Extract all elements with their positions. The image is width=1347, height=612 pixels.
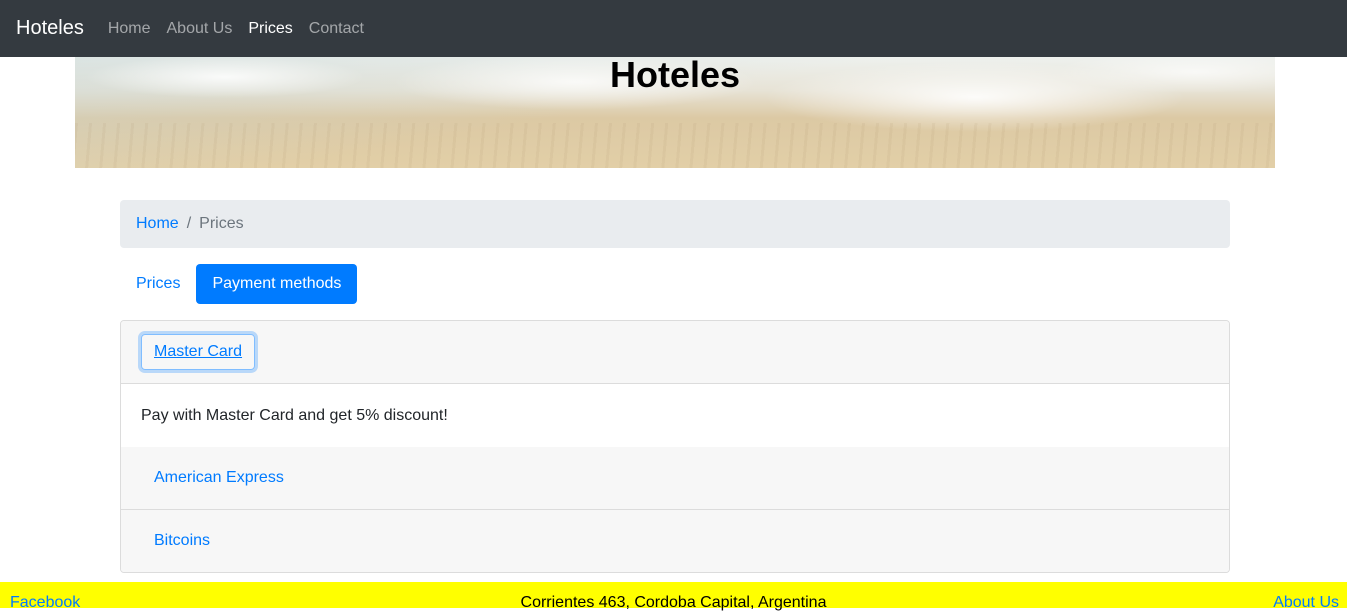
tab-bar: Prices Payment methods <box>120 264 358 304</box>
nav-contact[interactable]: Contact <box>309 20 364 38</box>
nav-home[interactable]: Home <box>108 20 151 38</box>
footer-address: Corrientes 463, Cordoba Capital, Argenti… <box>520 594 827 611</box>
nav-prices[interactable]: Prices <box>248 20 292 38</box>
payment-accordion: Master Card Pay with Master Card and get… <box>120 320 1230 573</box>
footer: Facebook Corrientes 463, Cordoba Capital… <box>0 582 1347 611</box>
accordion-header-american-express: American Express <box>121 447 1229 510</box>
hero-title: Hoteles <box>609 57 741 95</box>
breadcrumb-home-link[interactable]: Home <box>136 215 179 233</box>
bitcoins-toggle[interactable]: Bitcoins <box>141 523 223 559</box>
footer-about-us-link[interactable]: About Us <box>1273 594 1339 612</box>
master-card-toggle[interactable]: Master Card <box>141 334 256 370</box>
brand-link[interactable]: Hoteles <box>16 17 84 40</box>
tab-prices[interactable]: Prices <box>120 264 196 304</box>
american-express-toggle[interactable]: American Express <box>141 460 297 496</box>
accordion-header-bitcoins: Bitcoins <box>121 510 1229 572</box>
tab-payment-methods[interactable]: Payment methods <box>196 264 358 304</box>
breadcrumb-current: Prices <box>199 215 244 232</box>
master-card-body: Pay with Master Card and get 5% discount… <box>121 384 1229 447</box>
master-card-body-text: Pay with Master Card and get 5% discount… <box>141 406 448 424</box>
nav-about-us[interactable]: About Us <box>167 20 233 38</box>
accordion-header-master-card: Master Card <box>121 321 1229 384</box>
hero-banner: Hoteles <box>75 57 1275 168</box>
breadcrumb: Home / Prices <box>120 200 1230 248</box>
breadcrumb-separator: / <box>186 215 192 232</box>
top-navbar: Hoteles Home About Us Prices Contact <box>0 0 1347 57</box>
